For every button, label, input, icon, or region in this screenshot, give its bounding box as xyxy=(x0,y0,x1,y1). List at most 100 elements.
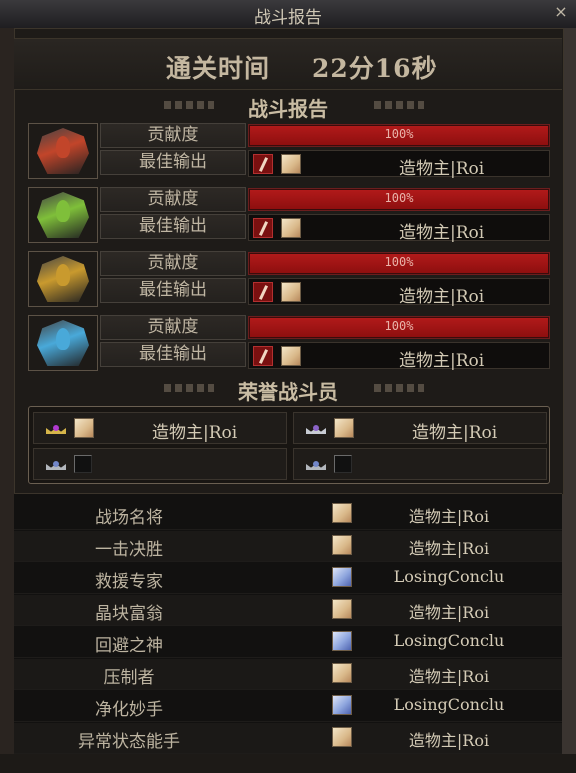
portrait-blue-icon xyxy=(332,631,352,651)
hero-row: 贡献度 100% 最佳输出 造物主|Roi xyxy=(28,251,550,307)
contribution-label: 贡献度 xyxy=(100,315,246,340)
award-row: 异常状态能手 造物主|Roi xyxy=(14,723,562,754)
award-player-name: LosingConclu xyxy=(393,695,505,714)
honor-slot[interactable]: 造物主|Roi xyxy=(293,412,547,444)
clear-time-value: 22分16秒 xyxy=(312,54,438,83)
battle-report-title: 战斗报告 xyxy=(248,97,328,121)
best-output-label: 最佳输出 xyxy=(100,278,246,303)
best-output-cell: 造物主|Roi xyxy=(248,150,550,179)
award-row: 救援专家 LosingConclu xyxy=(14,563,562,594)
portrait-icon xyxy=(281,154,301,174)
portrait-icon xyxy=(332,663,352,683)
ornament-right-icon xyxy=(374,101,424,109)
contribution-bar: 100% xyxy=(248,124,550,147)
honor-player-name: 造物主|Roi xyxy=(152,423,238,443)
portrait-blue-icon xyxy=(332,695,352,715)
honor-title: 荣誉战斗员 xyxy=(238,380,338,404)
bottom-edge xyxy=(0,754,576,773)
award-row: 战场名将 造物主|Roi xyxy=(14,499,562,530)
portrait-icon xyxy=(281,218,301,238)
award-title: 异常状态能手 xyxy=(78,732,180,752)
best-output-cell: 造物主|Roi xyxy=(248,214,550,243)
best-player-name: 造物主|Roi xyxy=(399,287,485,307)
awards-list: 战场名将 造物主|Roi 一击决胜 造物主|Roi 救援专家 LosingConclu 晶块… xyxy=(14,493,562,755)
contribution-value: 100% xyxy=(384,191,414,205)
honor-box: 造物主|Roi 造物主|Roi xyxy=(28,406,550,484)
award-title: 一击决胜 xyxy=(95,540,163,560)
contribution-value: 100% xyxy=(384,127,414,141)
award-player-name: 造物主|Roi xyxy=(408,667,490,686)
award-row: 净化妙手 LosingConclu xyxy=(14,691,562,722)
award-row: 回避之神 LosingConclu xyxy=(14,627,562,658)
contribution-label: 贡献度 xyxy=(100,251,246,276)
ornament-left-icon xyxy=(164,384,214,392)
weapon-icon xyxy=(253,282,273,302)
crown-icon xyxy=(306,460,326,470)
award-row: 晶块富翁 造物主|Roi xyxy=(14,595,562,626)
boss-glow-icon xyxy=(56,328,70,350)
clear-time-label: 通关时间 xyxy=(166,54,271,83)
gold-crown-icon xyxy=(46,424,66,434)
empty-slot-icon xyxy=(334,455,352,473)
honor-slot[interactable] xyxy=(33,448,287,480)
weapon-icon xyxy=(253,346,273,366)
boss-glow-icon xyxy=(56,200,70,222)
portrait-icon xyxy=(332,727,352,747)
contribution-label: 贡献度 xyxy=(100,123,246,148)
portrait-icon xyxy=(332,503,352,523)
right-edge xyxy=(562,28,576,773)
silver-crown-icon xyxy=(306,424,326,434)
dungeon-boss-portrait xyxy=(28,187,98,243)
award-player-name: LosingConclu xyxy=(393,631,505,650)
ornament-right-icon xyxy=(374,384,424,392)
honor-slot[interactable]: 造物主|Roi xyxy=(33,412,287,444)
best-player-name: 造物主|Roi xyxy=(399,223,485,243)
window-titlebar: 战斗报告 × xyxy=(0,0,576,29)
contribution-bar: 100% xyxy=(248,188,550,211)
best-output-label: 最佳输出 xyxy=(100,342,246,367)
close-icon[interactable]: × xyxy=(552,3,570,21)
hero-row: 贡献度 100% 最佳输出 造物主|Roi xyxy=(28,123,550,179)
weapon-icon xyxy=(253,154,273,174)
honor-heading: 荣誉战斗员 xyxy=(14,375,562,404)
boss-glow-icon xyxy=(56,136,70,158)
dungeon-boss-portrait xyxy=(28,315,98,371)
contribution-value: 100% xyxy=(384,255,414,269)
crown-icon xyxy=(46,460,66,470)
contribution-bar: 100% xyxy=(248,252,550,275)
weapon-icon xyxy=(253,218,273,238)
portrait-icon xyxy=(74,418,94,438)
hero-row: 贡献度 100% 最佳输出 造物主|Roi xyxy=(28,187,550,243)
dungeon-boss-portrait xyxy=(28,123,98,179)
portrait-icon xyxy=(281,282,301,302)
award-player-name: 造物主|Roi xyxy=(408,507,490,526)
portrait-icon xyxy=(332,535,352,555)
dungeon-boss-portrait xyxy=(28,251,98,307)
award-title: 战场名将 xyxy=(95,508,163,528)
award-player-name: LosingConclu xyxy=(393,567,505,586)
clear-time-bar: 通关时间 22分16秒 xyxy=(14,38,562,90)
portrait-icon xyxy=(332,599,352,619)
award-title: 净化妙手 xyxy=(95,700,163,720)
honor-slot[interactable] xyxy=(293,448,547,480)
left-edge xyxy=(0,28,14,773)
award-title: 回避之神 xyxy=(95,636,163,656)
contribution-bar: 100% xyxy=(248,316,550,339)
ornament-left-icon xyxy=(164,101,214,109)
best-output-cell: 造物主|Roi xyxy=(248,342,550,371)
award-title: 晶块富翁 xyxy=(95,604,163,624)
best-output-label: 最佳输出 xyxy=(100,150,246,175)
portrait-blue-icon xyxy=(332,567,352,587)
award-title: 压制者 xyxy=(103,668,155,688)
award-player-name: 造物主|Roi xyxy=(408,731,490,750)
award-player-name: 造物主|Roi xyxy=(408,603,490,622)
boss-glow-icon xyxy=(56,264,70,286)
contribution-label: 贡献度 xyxy=(100,187,246,212)
empty-slot-icon xyxy=(74,455,92,473)
honor-player-name: 造物主|Roi xyxy=(412,423,498,443)
contribution-value: 100% xyxy=(384,319,414,333)
award-row: 压制者 造物主|Roi xyxy=(14,659,562,690)
battle-report-heading: 战斗报告 xyxy=(14,92,562,121)
award-row: 一击决胜 造物主|Roi xyxy=(14,531,562,562)
hero-row: 贡献度 100% 最佳输出 造物主|Roi xyxy=(28,315,550,371)
